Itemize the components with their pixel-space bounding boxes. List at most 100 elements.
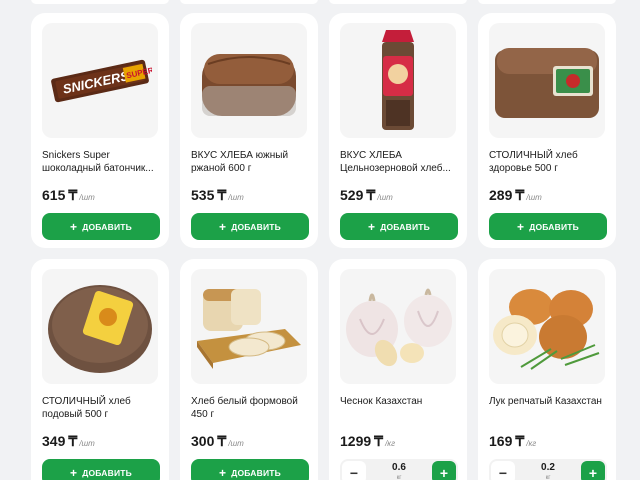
quantity-stepper[interactable]: − 0.2 кг +	[489, 459, 607, 480]
plus-icon: +	[368, 219, 376, 234]
product-grid: SNICKERS SUPER Snickers Super шоколадный…	[0, 0, 640, 480]
product-price: 615	[42, 187, 66, 203]
minus-icon: −	[498, 464, 508, 480]
quantity-stepper[interactable]: − 0.6 кг +	[340, 459, 458, 480]
minus-icon: −	[349, 464, 359, 480]
quantity-unit: кг	[545, 474, 551, 480]
bread-loaf-icon	[495, 47, 599, 118]
plus-icon: +	[588, 464, 598, 480]
product-image[interactable]	[191, 23, 307, 138]
product-price: 535	[191, 187, 215, 203]
add-to-cart-button[interactable]: + ДОБАВИТЬ	[340, 213, 458, 240]
plus-icon: +	[517, 219, 525, 234]
currency-symbol: ₸	[217, 187, 227, 203]
product-image[interactable]	[340, 23, 456, 138]
increase-quantity-button[interactable]: +	[432, 461, 456, 480]
product-name[interactable]: Хлеб белый формовой 450 г	[191, 395, 307, 421]
price-row: 1299 ₸ /кг	[340, 433, 456, 451]
price-unit: /кг	[526, 439, 537, 448]
white-bread-icon	[197, 288, 301, 369]
price-row: 535 ₸ /шт	[191, 187, 307, 205]
product-card[interactable]: Чеснок Казахстан 1299 ₸ /кг − 0.6 кг +	[329, 259, 467, 480]
quantity-unit: кг	[396, 474, 402, 480]
product-card-partial	[180, 0, 318, 4]
quantity-display: 0.2 кг	[541, 461, 555, 480]
product-card[interactable]: ВКУС ХЛЕБА южный ржаной 600 г 535 ₸ /шт …	[180, 13, 318, 248]
add-button-label: ДОБАВИТЬ	[82, 221, 132, 232]
product-card-partial	[478, 0, 616, 4]
price-row: 529 ₸ /шт	[340, 187, 456, 205]
product-price: 1299	[340, 433, 372, 449]
increase-quantity-button[interactable]: +	[581, 461, 605, 480]
currency-symbol: ₸	[68, 433, 78, 449]
round-bread-icon	[48, 284, 152, 373]
product-card[interactable]: СТОЛИЧНЫЙ хлеб здоровье 500 г 289 ₸ /шт …	[478, 13, 616, 248]
currency-symbol: ₸	[515, 187, 525, 203]
add-to-cart-button[interactable]: + ДОБАВИТЬ	[489, 213, 607, 240]
product-image[interactable]	[489, 23, 605, 138]
product-image[interactable]	[340, 269, 456, 384]
currency-symbol: ₸	[515, 433, 525, 449]
product-card[interactable]: SNICKERS SUPER Snickers Super шоколадный…	[31, 13, 169, 248]
add-to-cart-button[interactable]: + ДОБАВИТЬ	[191, 213, 309, 240]
product-card-partial	[31, 0, 169, 4]
product-name[interactable]: СТОЛИЧНЫЙ хлеб здоровье 500 г	[489, 149, 605, 175]
add-to-cart-button[interactable]: + ДОБАВИТЬ	[191, 459, 309, 480]
product-price: 169	[489, 433, 513, 449]
add-button-label: ДОБАВИТЬ	[231, 467, 281, 478]
price-row: 349 ₸ /шт	[42, 433, 158, 451]
price-unit: /шт	[79, 439, 95, 448]
product-name[interactable]: ВКУС ХЛЕБА южный ржаной 600 г	[191, 149, 307, 175]
wholegrain-bread-bag-icon	[382, 29, 414, 130]
quantity-value: 0.6	[392, 461, 406, 473]
product-name[interactable]: Чеснок Казахстан	[340, 395, 456, 421]
decrease-quantity-button[interactable]: −	[491, 461, 515, 480]
price-unit: /кг	[385, 439, 396, 448]
price-unit: /шт	[228, 439, 244, 448]
decrease-quantity-button[interactable]: −	[342, 461, 366, 480]
product-price: 529	[340, 187, 364, 203]
add-button-label: ДОБАВИТЬ	[231, 221, 281, 232]
rye-bread-loaf-icon	[202, 53, 296, 116]
product-price: 349	[42, 433, 66, 449]
add-button-label: ДОБАВИТЬ	[82, 467, 132, 478]
price-unit: /шт	[377, 193, 393, 202]
product-card[interactable]: Лук репчатый Казахстан 169 ₸ /кг − 0.2 к…	[478, 259, 616, 480]
product-name[interactable]: СТОЛИЧНЫЙ хлеб подовый 500 г	[42, 395, 158, 421]
currency-symbol: ₸	[374, 433, 384, 449]
product-card[interactable]: СТОЛИЧНЫЙ хлеб подовый 500 г 349 ₸ /шт +…	[31, 259, 169, 480]
currency-symbol: ₸	[217, 433, 227, 449]
price-row: 615 ₸ /шт	[42, 187, 158, 205]
product-price: 300	[191, 433, 215, 449]
product-image[interactable]	[42, 269, 158, 384]
snickers-bar-icon: SNICKERS SUPER	[51, 59, 152, 102]
product-image[interactable]: SNICKERS SUPER	[42, 23, 158, 138]
product-name[interactable]: Snickers Super шоколадный батончик...	[42, 149, 158, 175]
price-row: 289 ₸ /шт	[489, 187, 605, 205]
product-name[interactable]: ВКУС ХЛЕБА Цельнозерновой хлеб...	[340, 149, 456, 175]
product-image[interactable]	[191, 269, 307, 384]
add-to-cart-button[interactable]: + ДОБАВИТЬ	[42, 213, 160, 240]
plus-icon: +	[219, 219, 227, 234]
plus-icon: +	[70, 465, 78, 480]
plus-icon: +	[439, 464, 449, 480]
product-card[interactable]: Хлеб белый формовой 450 г 300 ₸ /шт + ДО…	[180, 259, 318, 480]
onion-icon	[493, 288, 600, 370]
price-unit: /шт	[228, 193, 244, 202]
garlic-icon	[346, 288, 452, 366]
plus-icon: +	[219, 465, 227, 480]
add-to-cart-button[interactable]: + ДОБАВИТЬ	[42, 459, 160, 480]
product-name[interactable]: Лук репчатый Казахстан	[489, 395, 605, 421]
quantity-display: 0.6 кг	[392, 461, 406, 480]
product-card[interactable]: ВКУС ХЛЕБА Цельнозерновой хлеб... 529 ₸ …	[329, 13, 467, 248]
plus-icon: +	[70, 219, 78, 234]
add-button-label: ДОБАВИТЬ	[380, 221, 430, 232]
price-unit: /шт	[526, 193, 542, 202]
product-card-partial	[329, 0, 467, 4]
price-row: 169 ₸ /кг	[489, 433, 605, 451]
quantity-value: 0.2	[541, 461, 555, 473]
add-button-label: ДОБАВИТЬ	[529, 221, 579, 232]
product-image[interactable]	[489, 269, 605, 384]
currency-symbol: ₸	[68, 187, 78, 203]
price-row: 300 ₸ /шт	[191, 433, 307, 451]
